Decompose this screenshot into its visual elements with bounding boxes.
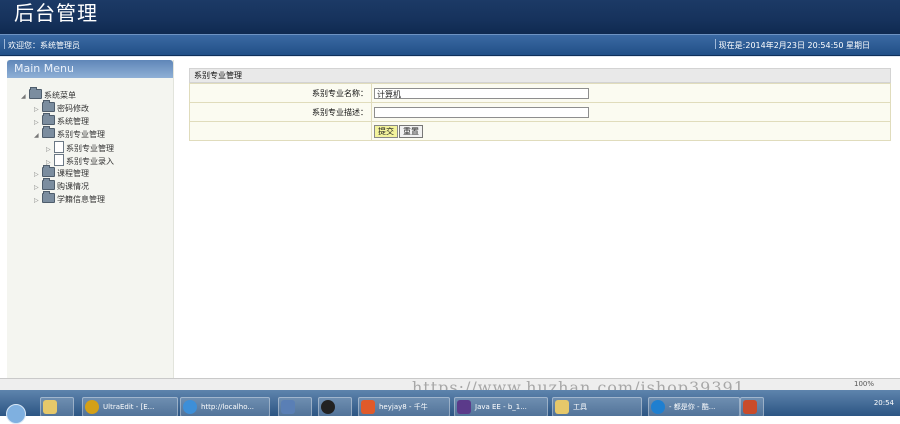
main-menu-title: Main Menu [7,60,173,78]
sidebar-item-label: 系别专业管理 [57,130,105,139]
name-cell: 计算机 [371,83,891,103]
folder-icon [42,100,55,112]
form-row: 系别专业描述： [189,102,891,122]
expanded-arrow-icon[interactable]: ◢ [21,91,29,103]
taskbar-ultraedit[interactable]: UltraEdit - [E... [82,397,178,417]
taskbar-qianniu[interactable]: heyjay8 - 千牛 [358,397,450,417]
welcome-bar: 欢迎您：系统管理员 现在是:2014年2月23日 20:54:50 星期日 [0,34,900,56]
taskbar-folder[interactable] [40,397,74,417]
document-icon [54,154,64,166]
kugou-icon [651,400,665,414]
clock[interactable]: 20:54 [874,399,894,407]
ultraedit-icon [85,400,99,414]
sidebar-item-department[interactable]: ◢ 系别专业管理 [34,126,105,142]
name-label: 系别专业名称： [189,83,372,103]
department-description-input[interactable] [374,106,589,118]
form-row: 提交 重置 [189,121,891,141]
folder-icon [555,400,569,414]
folder-icon [43,400,57,414]
sidebar-subitem-department-manage[interactable]: ▷ 系别专业管理 [46,141,114,153]
folder-icon [42,126,55,138]
sidebar-item-label: 系统管理 [57,117,89,126]
folder-icon [42,178,55,190]
task-label: Java EE - b_1... [475,403,527,411]
sidebar-subitem-label: 系别专业录入 [66,157,114,166]
document-icon [54,141,64,153]
empty-cell [189,121,372,141]
sidebar-subitem-label: 系别专业管理 [66,144,114,153]
zoom-level[interactable]: 100% [854,380,874,388]
app-title: 后台管理 [14,1,98,25]
task-label: - 都是你 - 酷... [669,403,716,411]
task-label: heyjay8 - 千牛 [379,403,428,411]
taskbar-kugou[interactable]: - 都是你 - 酷... [648,397,740,417]
desc-label: 系别专业描述： [189,102,372,122]
sidebar-item-label: 购课情况 [57,182,89,191]
app-icon [743,400,757,414]
current-datetime: 现在是:2014年2月23日 20:54:50 星期日 [714,39,870,50]
task-label: UltraEdit - [E... [103,403,155,411]
sidebar-item-label: 课程管理 [57,169,89,178]
qianniu-icon [361,400,375,414]
taskbar-computer[interactable] [278,397,312,417]
form-row: 系别专业名称： 计算机 [189,83,891,103]
browser-icon [183,400,197,414]
folder-icon [42,165,55,177]
java-ee-icon [457,400,471,414]
task-label: 工具 [573,403,587,411]
welcome-text: 欢迎您：系统管理员 [4,39,80,50]
sidebar-item-label: 学籍信息管理 [57,195,105,204]
department-name-input[interactable]: 计算机 [374,87,589,99]
start-button[interactable] [6,404,26,424]
taskbar-java-ee[interactable]: Java EE - b_1... [454,397,548,417]
task-label: http://localho... [201,403,255,411]
reset-button[interactable]: 重置 [399,124,423,138]
taskbar-tools[interactable]: 工具 [552,397,642,417]
tree-root-label: 系统菜单 [44,91,76,100]
expanded-arrow-icon[interactable]: ◢ [34,130,42,142]
header-divider [0,56,900,57]
department-form-panel: 系别专业管理 系别专业名称： 计算机 系别专业描述： 提交 重置 [189,68,891,141]
submit-button[interactable]: 提交 [374,124,398,138]
sidebar-item-label: 密码修改 [57,104,89,113]
system-tray: 20:54 [874,399,894,407]
qq-penguin-icon [321,400,335,414]
department-form: 系别专业名称： 计算机 系别专业描述： 提交 重置 [189,83,891,141]
button-cell: 提交 重置 [371,121,891,141]
taskbar-tray-app[interactable] [740,397,764,417]
folder-icon [29,87,42,99]
desc-cell [371,102,891,122]
sidebar: Main Menu ◢ 系统菜单 ▷ 密码修改 ▷ 系统管理 ◢ 系别专业管理 ▷ 系别专… [7,60,174,378]
folder-icon [42,113,55,125]
taskbar-qq[interactable] [318,397,352,417]
app-header: 后台管理 [0,0,900,34]
computer-icon [281,400,295,414]
collapsed-arrow-icon[interactable]: ▷ [34,195,42,207]
folder-icon [42,191,55,203]
sidebar-item-student-records[interactable]: ▷ 学籍信息管理 [34,191,105,207]
sidebar-subitem-department-add[interactable]: ▷ 系别专业录入 [46,154,114,166]
panel-heading: 系别专业管理 [189,68,891,83]
taskbar-browser[interactable]: http://localho... [180,397,270,417]
